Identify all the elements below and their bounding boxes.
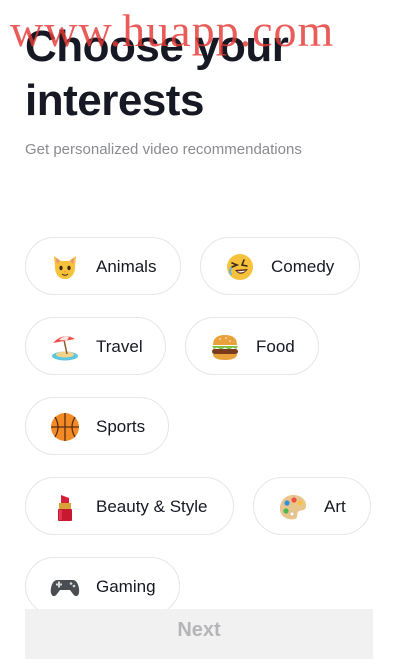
interest-label: Sports (96, 417, 146, 436)
interest-label: Gaming (96, 577, 156, 596)
page-subtitle: Get personalized video recommendations (25, 141, 302, 158)
interest-chip-beauty-style[interactable]: Beauty & Style (25, 477, 234, 535)
interest-chip-travel[interactable]: Travel (25, 317, 166, 375)
interest-label: Comedy (271, 257, 335, 276)
video-game-controller-icon (49, 571, 81, 603)
laughing-face-icon (224, 251, 256, 283)
interest-chip-sports[interactable]: Sports (25, 397, 169, 455)
interest-label: Food (256, 337, 295, 356)
interest-label: Art (324, 497, 346, 516)
lipstick-icon (49, 491, 81, 523)
cat-face-icon (49, 251, 81, 283)
interest-label: Beauty & Style (96, 497, 208, 516)
interest-chip-food[interactable]: Food (185, 317, 319, 375)
artist-palette-icon (277, 491, 309, 523)
interest-chip-art[interactable]: Art (253, 477, 371, 535)
interest-chip-comedy[interactable]: Comedy (200, 237, 360, 295)
interest-label: Animals (96, 257, 157, 276)
interest-chip-animals[interactable]: Animals (25, 237, 181, 295)
interest-chip-gaming[interactable]: Gaming (25, 557, 180, 615)
page-title: Choose your interests (25, 22, 289, 125)
interest-label: Travel (96, 337, 143, 356)
hamburger-icon (209, 331, 241, 363)
next-button[interactable]: Next (25, 609, 373, 659)
beach-umbrella-icon (49, 331, 81, 363)
basketball-icon (49, 411, 81, 443)
